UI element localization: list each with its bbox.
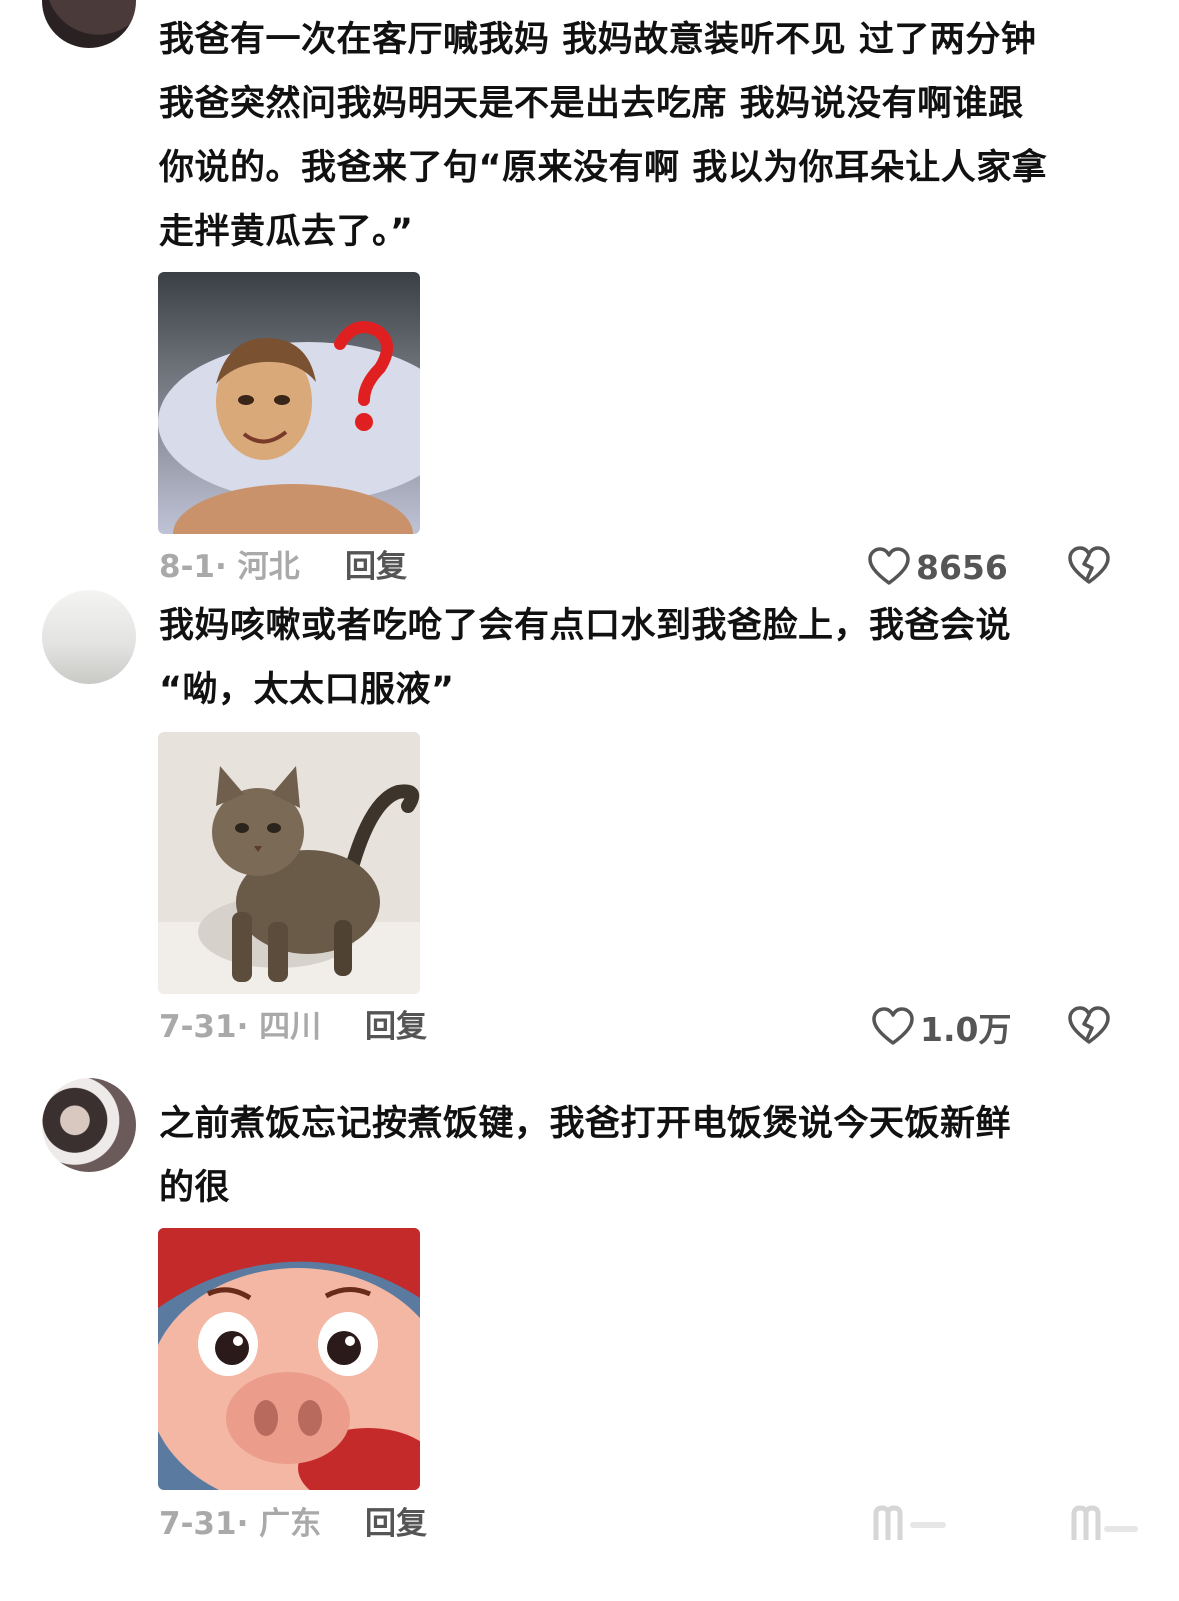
heart-outline-icon (868, 547, 910, 585)
comment-text: 之前煮饭忘记按煮饭键，我爸打开电饭煲说今天饭新鲜 的很 (159, 1104, 1012, 1208)
dislike-button[interactable] (1068, 1006, 1110, 1046)
broken-heart-icon (1068, 546, 1110, 584)
reply-button[interactable]: 回复 (345, 545, 407, 589)
watermark (870, 1502, 950, 1546)
watermark-logo-right (1068, 1502, 1142, 1546)
avatar[interactable] (42, 0, 136, 48)
like-button[interactable]: 1.0万 (872, 1005, 1011, 1049)
avatar[interactable] (42, 590, 136, 684)
heart-outline-icon (872, 1007, 914, 1045)
like-count: 8656 (916, 547, 1008, 587)
reply-button[interactable]: 回复 (365, 1005, 427, 1049)
like-button[interactable]: 8656 (868, 545, 1008, 589)
like-count: 1.0万 (920, 1010, 1012, 1049)
watermark-logo-icon (1071, 1505, 1138, 1540)
comment-image[interactable] (158, 272, 420, 534)
avatar[interactable] (42, 1078, 136, 1172)
watermark-logo-icon (873, 1505, 946, 1540)
comment-date-location: 7-31· 四川 (159, 1009, 322, 1045)
comment-date-location: 8-1· 河北 (159, 549, 300, 585)
comment-date-location: 7-31· 广东 (159, 1506, 322, 1542)
comment-text: 我爸有一次在客厅喊我妈 我妈故意装听不见 过了两分钟 我爸突然问我妈明天是不是出… (159, 20, 1048, 252)
comment-image[interactable] (158, 732, 420, 994)
reply-button[interactable]: 回复 (365, 1502, 427, 1546)
comment-image[interactable] (158, 1228, 420, 1490)
comment-text: 我妈咳嗽或者吃呛了会有点口水到我爸脸上，我爸会说 “呦，太太口服液” (159, 606, 1012, 710)
broken-heart-icon (1068, 1006, 1110, 1044)
dislike-button[interactable] (1068, 546, 1110, 586)
